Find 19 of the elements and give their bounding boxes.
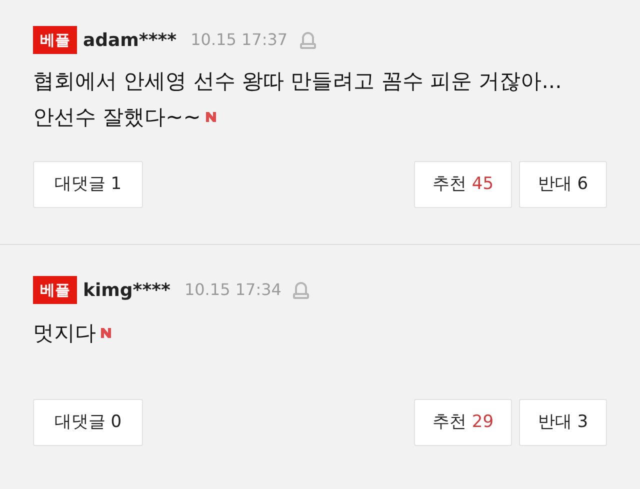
siren-icon [293,281,310,299]
best-badge: 베플 [33,276,77,304]
username: kimg**** [83,278,170,302]
dislike-button[interactable]: 반대 3 [519,399,607,446]
timestamp: 10.15 17:34 [184,279,282,301]
best-badge: 베플 [33,26,77,54]
comment-text: 안선수 잘했다~~ [33,104,201,131]
new-icon [204,111,217,123]
comment-text: 협회에서 안세영 선수 왕따 만들려고 꼼수 피운 거잖아... [33,68,562,95]
reply-button[interactable]: 대댓글 1 [33,161,143,208]
like-button[interactable]: 추천 45 [414,161,512,208]
dislike-button[interactable]: 반대 6 [519,161,607,208]
reply-button[interactable]: 대댓글 0 [33,399,143,446]
like-button[interactable]: 추천 29 [414,399,512,446]
timestamp: 10.15 17:37 [190,29,288,51]
comment-text: 멋지다 [33,320,96,347]
new-icon [100,327,112,339]
siren-icon [300,31,316,49]
username: adam**** [83,28,177,52]
